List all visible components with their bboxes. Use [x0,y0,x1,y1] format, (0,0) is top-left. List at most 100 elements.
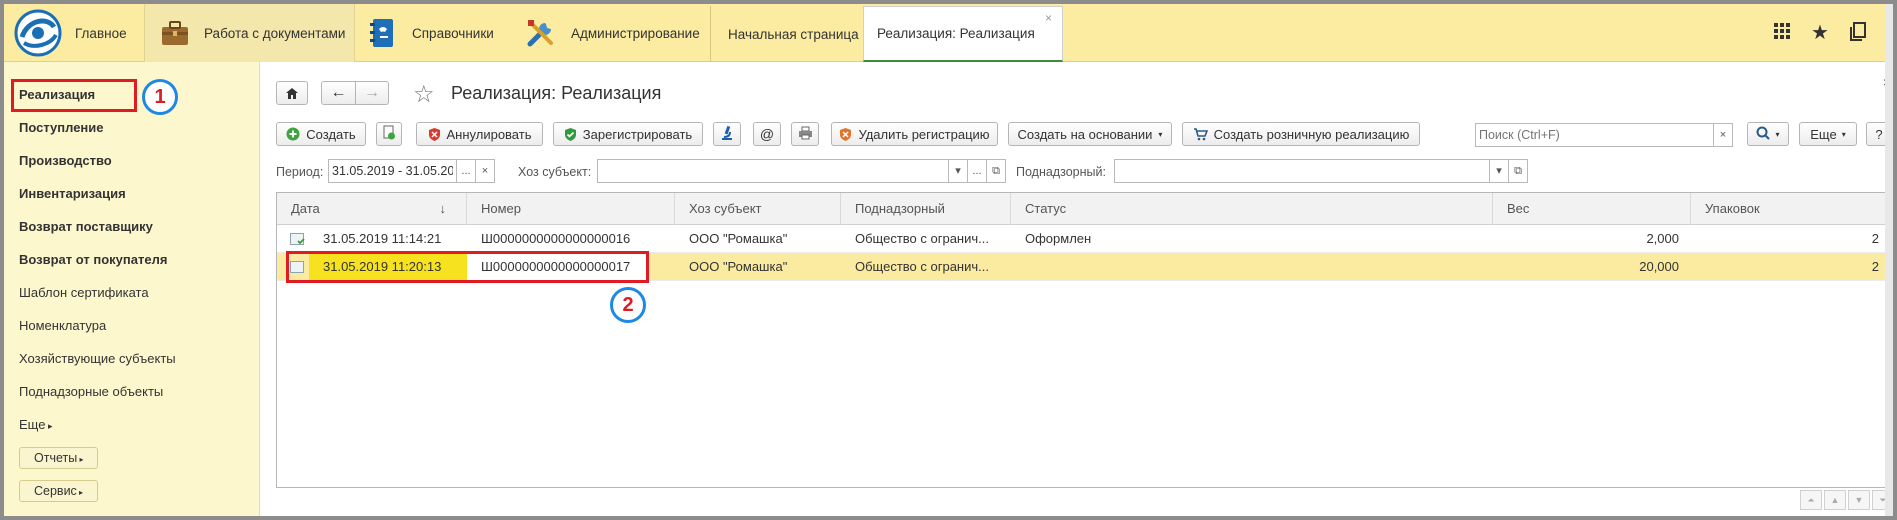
supervised-field[interactable] [1114,159,1490,183]
print-button[interactable] [791,122,819,146]
home-button[interactable] [276,81,308,105]
period-clear-icon[interactable]: × [475,159,495,183]
nav-references[interactable]: Справочники [368,4,494,62]
shield-orange-icon [839,127,852,142]
tab-close-icon[interactable]: × [1045,11,1052,25]
tools-icon [527,20,553,47]
annul-label: Аннулировать [446,126,532,142]
search-button[interactable]: ▾ [1747,122,1789,146]
reports-button[interactable]: Отчеты [19,447,99,469]
col-supervised[interactable]: Поднадзорный [841,193,1011,225]
search-clear-icon[interactable]: × [1713,123,1733,147]
nav-home-label: Главное [75,25,127,41]
more-button[interactable]: Еще ▾ [1799,122,1857,146]
highlight-box-1 [11,79,137,112]
col-date[interactable]: Дата ↓ [277,193,467,225]
email-button[interactable]: @ [753,122,781,146]
create-button[interactable]: Создать [276,122,366,146]
history-icon[interactable] [1847,22,1869,44]
table-row[interactable]: 31.05.2019 11:14:21 Ш0000000000000000016… [277,225,1891,253]
nav-administration[interactable]: Администрирование [525,4,700,62]
col-weight[interactable]: Вес [1493,193,1691,225]
back-button[interactable]: ← [321,81,355,105]
sort-desc-icon: ↓ [439,201,447,216]
page-title: Реализация: Реализация [451,83,662,103]
table-header: Дата ↓ Номер Хоз субъект Поднадзорный Ст… [277,193,1891,225]
favorite-star-icon[interactable]: ☆ [413,80,435,109]
cell-weight: 2,000 [1646,231,1679,246]
sidebar-item-production[interactable]: Производство [19,153,112,168]
plus-circle-icon [286,127,300,141]
at-sign-icon: @ [759,126,775,142]
nav-home[interactable]: Главное [4,4,141,62]
window-scrollbar[interactable] [1885,4,1893,516]
subject-open-icon[interactable]: ⧉ [986,159,1006,183]
1c-logo-icon [14,9,62,57]
nav-documents-label: Работа с документами [204,25,346,41]
create-retail-sale-label: Создать розничную реализацию [1213,126,1410,142]
col-subject[interactable]: Хоз субъект [675,193,841,225]
sidebar-item-inventory[interactable]: Инвентаризация [19,186,126,201]
app-window: Главное Работа с документами Справочники [4,4,1893,516]
cell-number: Ш0000000000000000016 [481,231,631,246]
sidebar-item-cert-template[interactable]: Шаблон сертификата [19,285,149,300]
col-number[interactable]: Номер [467,193,675,225]
col-status[interactable]: Статус [1011,193,1493,225]
sidebar-item-receipts[interactable]: Поступление [19,120,104,135]
supervised-open-icon[interactable]: ⧉ [1508,159,1528,183]
arrow-left-icon: ← [330,84,347,101]
delete-registration-label: Удалить регистрацию [858,126,990,142]
tab-start-page-label: Начальная страница [728,26,859,42]
cart-icon [1193,127,1208,141]
briefcase-icon [162,21,188,45]
microscope-icon [720,125,734,144]
sidebar-item-customer-return[interactable]: Возврат от покупателя [19,252,167,267]
sidebar-item-supervised-objects[interactable]: Поднадзорные объекты [19,384,163,399]
sidebar-item-supplier-return[interactable]: Возврат поставщику [19,219,153,234]
sidebar-more[interactable]: Еще [19,417,52,432]
tab-start-page[interactable]: Начальная страница [710,6,863,62]
cell-status: Оформлен [1025,231,1092,246]
document-posted-icon [290,233,305,245]
copy-button[interactable] [376,122,402,146]
nav-documents[interactable]: Работа с документами [144,4,355,62]
printer-icon [798,126,813,143]
create-label: Создать [306,126,356,142]
sidebar-item-business-entities[interactable]: Хозяйствующие субъекты [19,351,176,366]
sidebar-item-nomenclature[interactable]: Номенклатура [19,318,106,333]
subject-dropdown-icon[interactable]: ▾ [948,159,968,183]
documents-table[interactable]: Дата ↓ Номер Хоз субъект Поднадзорный Ст… [276,192,1892,488]
search-input[interactable] [1475,123,1714,147]
service-button[interactable]: Сервис [19,480,99,502]
tab-sales[interactable]: Реализация: Реализация × [863,6,1063,62]
cell-packages: 2 [1871,259,1879,274]
annul-button[interactable]: Аннулировать [416,122,543,146]
scroll-first-icon[interactable]: ⏶ [1800,490,1822,510]
microscope-button[interactable] [713,122,741,146]
col-packages[interactable]: Упаковок [1691,193,1891,225]
cell-supervised: Общество с огранич... [855,259,989,274]
cell-packages: 2 [1871,231,1879,246]
period-label: Период: [276,165,324,179]
subject-field[interactable] [597,159,949,183]
period-field[interactable] [328,159,457,183]
subject-select-button[interactable]: ... [967,159,987,183]
favorites-star-icon[interactable]: ★ [1809,22,1831,44]
subject-label: Хоз субъект: [518,165,592,179]
create-retail-sale-button[interactable]: Создать розничную реализацию [1182,122,1420,146]
forward-button[interactable]: → [355,81,389,105]
period-select-button[interactable]: ... [456,159,476,183]
cell-subject: ООО "Ромашка" [689,259,788,274]
scroll-up-icon[interactable]: ▲ [1824,490,1846,510]
supervised-label: Поднадзорный: [1016,165,1106,179]
annotation-badge-1: 1 [142,79,178,115]
delete-registration-button[interactable]: Удалить регистрацию [831,122,998,146]
cell-status [1011,253,1493,281]
create-based-on-dropdown[interactable]: Создать на основании ▾ [1008,122,1172,146]
register-button[interactable]: Зарегистрировать [553,122,703,146]
shield-red-icon [428,127,441,142]
dropdown-arrow-icon: ▾ [1158,129,1163,139]
supervised-dropdown-icon[interactable]: ▾ [1489,159,1509,183]
apps-grid-icon[interactable] [1771,22,1793,44]
scroll-down-icon[interactable]: ▼ [1848,490,1870,510]
